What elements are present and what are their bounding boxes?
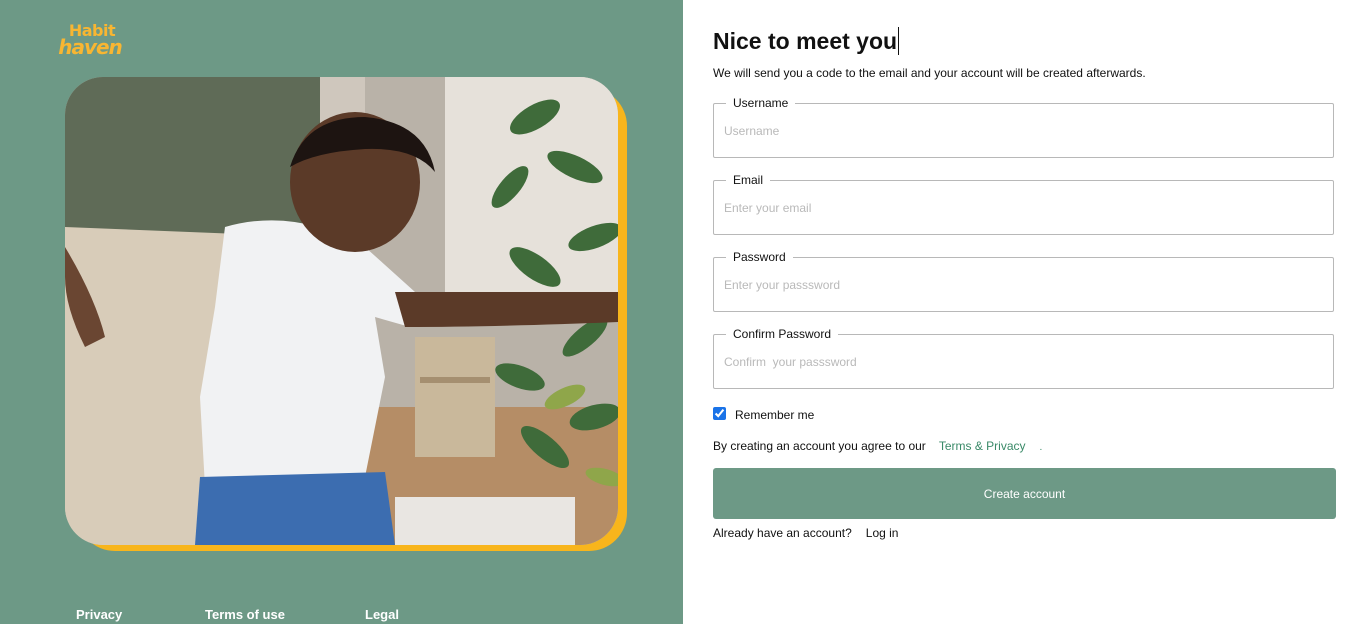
email-input[interactable] bbox=[724, 197, 1314, 219]
password-field: Password bbox=[713, 249, 1334, 312]
login-prompt-text: Already have an account? bbox=[713, 526, 852, 540]
username-input[interactable] bbox=[724, 120, 1314, 142]
terms-agreement: By creating an account you agree to our T… bbox=[713, 439, 1042, 453]
terms-privacy-link[interactable]: Terms & Privacy bbox=[939, 439, 1026, 453]
confirm-password-input[interactable] bbox=[724, 351, 1314, 373]
signup-panel: Nice to meet you We will send you a code… bbox=[683, 0, 1364, 624]
remember-me-row: Remember me bbox=[713, 404, 814, 422]
footer-terms-link[interactable]: Terms of use bbox=[205, 607, 285, 622]
password-input[interactable] bbox=[724, 274, 1314, 296]
password-label: Password bbox=[726, 249, 793, 265]
login-prompt: Already have an account? Log in bbox=[713, 526, 898, 540]
page-subtitle: We will send you a code to the email and… bbox=[713, 66, 1146, 80]
email-label: Email bbox=[726, 172, 771, 188]
username-label: Username bbox=[726, 95, 796, 111]
habit-haven-logo[interactable]: Habit haven bbox=[55, 22, 125, 60]
username-field: Username bbox=[713, 95, 1334, 158]
email-field: Email bbox=[713, 172, 1334, 235]
page-title: Nice to meet you bbox=[713, 27, 900, 55]
left-panel: Habit haven Privacy Terms of use Legal bbox=[0, 0, 683, 624]
terms-trailing-dot: . bbox=[1039, 442, 1043, 453]
remember-me-checkbox[interactable] bbox=[713, 406, 726, 420]
remember-me-label[interactable]: Remember me bbox=[735, 408, 814, 422]
footer-privacy-link[interactable]: Privacy bbox=[76, 607, 122, 622]
create-account-button[interactable]: Create account bbox=[713, 468, 1336, 519]
footer-legal-link[interactable]: Legal bbox=[365, 607, 399, 622]
logo-line-2: haven bbox=[58, 35, 123, 60]
login-link[interactable]: Log in bbox=[866, 526, 899, 540]
confirm-password-field: Confirm Password bbox=[713, 326, 1334, 389]
confirm-password-label: Confirm Password bbox=[726, 326, 839, 342]
hero-photo bbox=[65, 77, 618, 545]
terms-agreement-text: By creating an account you agree to our bbox=[713, 439, 926, 453]
